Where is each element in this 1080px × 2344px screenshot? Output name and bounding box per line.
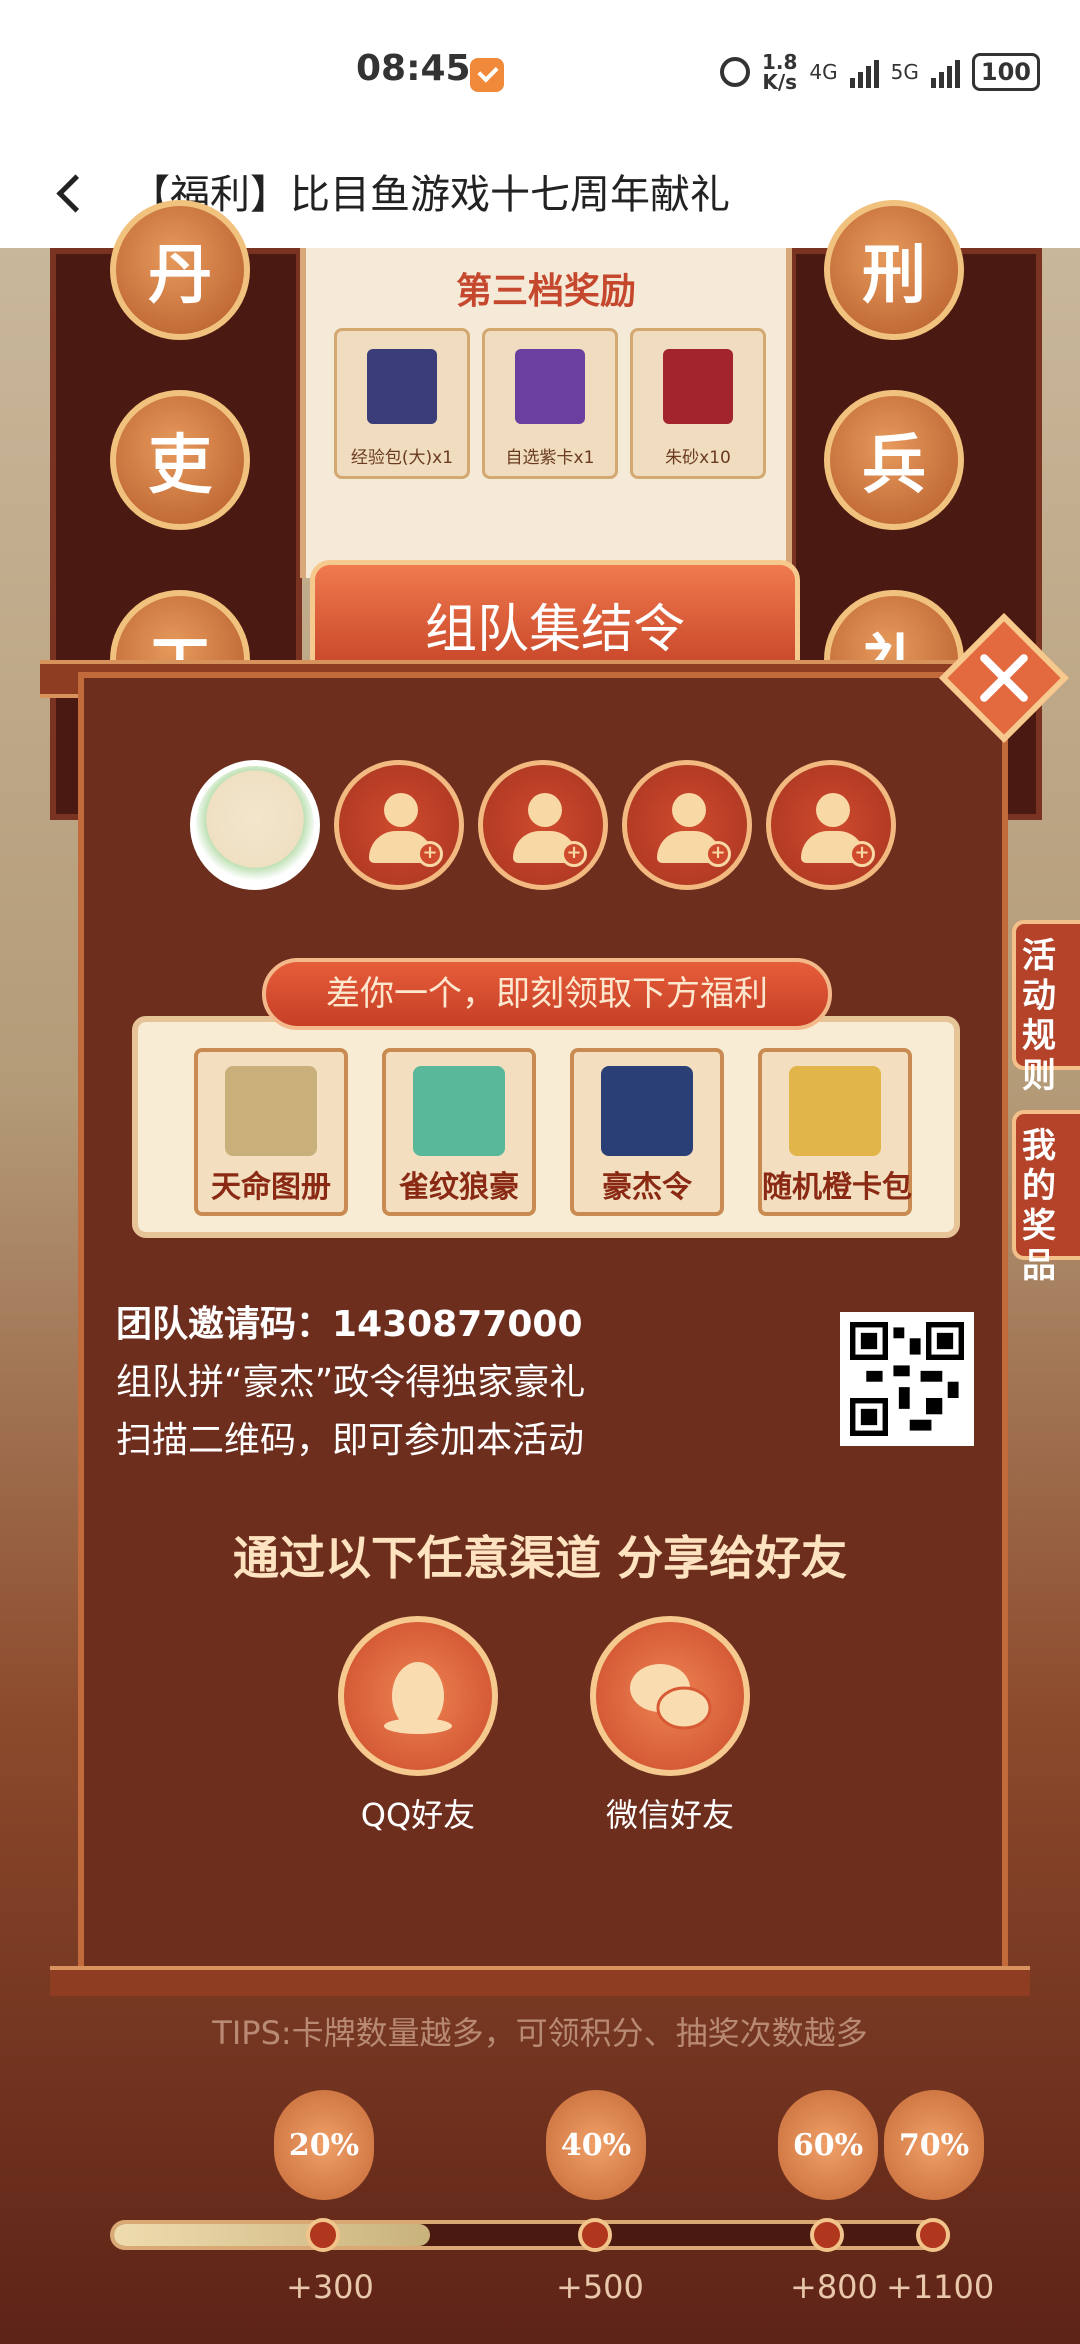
back-button[interactable] bbox=[50, 170, 94, 214]
milestone-points: +300 bbox=[286, 2268, 374, 2306]
invite-slot[interactable]: + bbox=[766, 760, 896, 890]
pillar-coin: 兵 bbox=[824, 390, 964, 530]
milestone-points: +800 bbox=[790, 2268, 878, 2306]
progress-fill bbox=[114, 2224, 431, 2246]
rules-tab[interactable]: 活动规则 bbox=[1012, 920, 1080, 1096]
signal-icon bbox=[849, 56, 879, 88]
modal-banner: 组队集结令 bbox=[310, 560, 800, 670]
net-speed: 1.8 K/s bbox=[761, 50, 798, 94]
my-prizes-tab[interactable]: 我的奖品 bbox=[1012, 1110, 1080, 1286]
milestone-node bbox=[810, 2218, 844, 2252]
share-title: 通过以下任意渠道 分享给好友 bbox=[232, 1531, 847, 1585]
network-5g-label: 5G bbox=[890, 60, 919, 84]
invite-info: 团队邀请码：1430877000 组队拼“豪杰”政令得独家豪礼 扫描二维码，即可… bbox=[116, 1296, 585, 1470]
tier-item: 自选紫卡x1 bbox=[482, 328, 618, 479]
reward-item: 雀纹狼豪 bbox=[382, 1048, 536, 1216]
status-bar: 08:45 1.8 K/s 4G 5G 100 bbox=[0, 0, 1080, 140]
qq-share-button[interactable] bbox=[338, 1616, 498, 1776]
milestone-node bbox=[578, 2218, 612, 2252]
pillar-coin: 丹 bbox=[110, 200, 250, 340]
invite-code: 1430877000 bbox=[332, 1304, 583, 1345]
reward-panel: 天命图册 雀纹狼豪 豪杰令 随机橙卡包 bbox=[132, 1016, 960, 1238]
invite-code-line: 团队邀请码：1430877000 bbox=[116, 1304, 583, 1345]
invite-line: 组队拼“豪杰”政令得独家豪礼 bbox=[116, 1362, 586, 1403]
milestone-node bbox=[916, 2218, 950, 2252]
alarm-icon bbox=[719, 57, 750, 87]
token-icon bbox=[601, 1066, 693, 1156]
qr-code bbox=[840, 1312, 974, 1446]
milestone-lantern: 20% bbox=[274, 2090, 374, 2200]
milestone-lantern: 70% bbox=[884, 2090, 984, 2200]
reward-item: 天命图册 bbox=[194, 1048, 348, 1216]
status-icons: 1.8 K/s 4G 5G 100 bbox=[719, 50, 1040, 94]
scroll-map-icon bbox=[225, 1066, 317, 1156]
qq-share-label: QQ好友 bbox=[360, 1796, 476, 1834]
pillar-coin: 刑 bbox=[824, 200, 964, 340]
tier-item-list: 经验包(大)x1 自选紫卡x1 朱砂x10 bbox=[334, 328, 766, 479]
pillar-coin: 吏 bbox=[110, 390, 250, 530]
tier-item: 经验包(大)x1 bbox=[334, 328, 470, 479]
wechat-icon bbox=[630, 1664, 712, 1730]
clock: 08:45 bbox=[356, 48, 471, 89]
qq-icon bbox=[384, 1662, 452, 1734]
user-add-icon bbox=[672, 793, 706, 827]
user-add-icon bbox=[528, 793, 562, 827]
purple-card-icon bbox=[515, 349, 585, 424]
milestone-lantern: 40% bbox=[546, 2090, 646, 2200]
qr-code-icon bbox=[850, 1322, 964, 1436]
reward-item: 随机橙卡包 bbox=[758, 1048, 912, 1216]
battery-icon: 100 bbox=[971, 53, 1040, 91]
exp-pack-icon bbox=[367, 349, 437, 424]
cinnabar-icon bbox=[663, 349, 733, 424]
team-avatars: + + + + bbox=[190, 760, 896, 890]
tips-text: TIPS:卡牌数量越多，可领积分、抽奖次数越多 bbox=[212, 2014, 868, 2052]
milestone-points: +500 bbox=[556, 2268, 644, 2306]
page-title: 【福利】比目鱼游戏十七周年献礼 bbox=[130, 172, 730, 218]
signal-icon bbox=[930, 56, 960, 88]
modal-title: 组队集结令 bbox=[424, 600, 685, 660]
invite-slot[interactable]: + bbox=[622, 760, 752, 890]
avatar bbox=[190, 760, 320, 890]
reward-hint-pill: 差你一个，即刻领取下方福利 bbox=[262, 958, 832, 1030]
app-notification-icon bbox=[470, 58, 504, 92]
invite-slot[interactable]: + bbox=[478, 760, 608, 890]
card-pack-icon bbox=[789, 1066, 881, 1156]
milestone-points: +1100 bbox=[886, 2268, 995, 2306]
reward-item: 豪杰令 bbox=[570, 1048, 724, 1216]
invite-line: 扫描二维码，即可参加本活动 bbox=[116, 1420, 585, 1461]
milestone-node bbox=[306, 2218, 340, 2252]
modal-bottom-rail bbox=[50, 1966, 1030, 1996]
tier-reward-scroll: 第三档奖励 经验包(大)x1 自选紫卡x1 朱砂x10 bbox=[300, 248, 792, 578]
invite-slot[interactable]: + bbox=[334, 760, 464, 890]
user-add-icon bbox=[384, 793, 418, 827]
tier-title: 第三档奖励 bbox=[455, 270, 636, 312]
wechat-share-button[interactable] bbox=[590, 1616, 750, 1776]
milestone-lantern: 60% bbox=[778, 2090, 878, 2200]
network-4g-label: 4G bbox=[809, 60, 838, 84]
wechat-share-label: 微信好友 bbox=[605, 1796, 734, 1834]
tier-item: 朱砂x10 bbox=[630, 328, 766, 479]
brush-icon bbox=[413, 1066, 505, 1156]
user-add-icon bbox=[816, 793, 850, 827]
